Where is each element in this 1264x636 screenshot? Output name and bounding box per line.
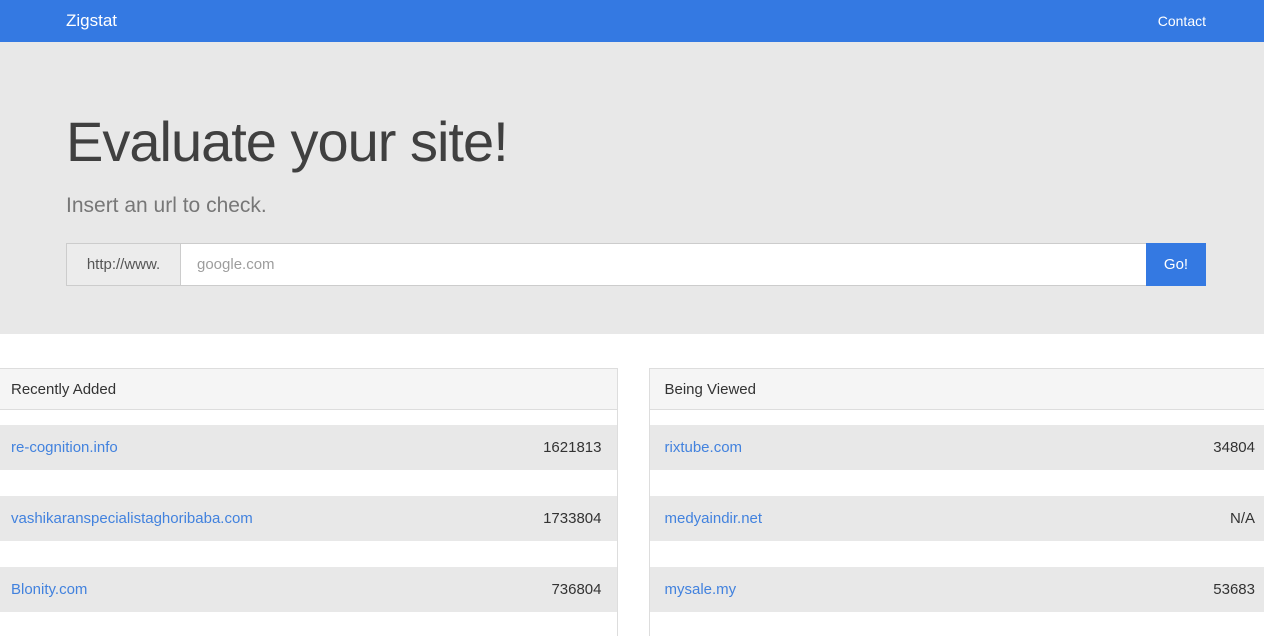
hero-subtitle: Insert an url to check. xyxy=(66,194,267,218)
top-navbar: Zigstat Contact xyxy=(0,0,1264,42)
hero-section: Evaluate your site! Insert an url to che… xyxy=(0,42,1264,334)
row-spacer xyxy=(0,612,617,636)
site-link[interactable]: medyaindir.net xyxy=(665,510,763,527)
url-input[interactable] xyxy=(181,243,1146,287)
panel-body: rixtube.com 34804 medyaindir.net N/A mys… xyxy=(649,410,1264,636)
panel-title: Recently Added xyxy=(0,369,617,410)
contact-link[interactable]: Contact xyxy=(1158,13,1206,29)
site-link[interactable]: mysale.my xyxy=(665,581,737,598)
site-value: 1621813 xyxy=(543,439,602,456)
row-spacer xyxy=(0,410,617,425)
site-value: N/A xyxy=(1229,510,1255,527)
table-row: mysale.my 53683 xyxy=(649,567,1264,612)
site-link[interactable]: vashikaranspecialistaghoribaba.com xyxy=(11,510,253,527)
site-link[interactable]: Blonity.com xyxy=(11,581,87,598)
site-value: 1733804 xyxy=(543,510,602,527)
page-title: Evaluate your site! xyxy=(66,110,509,173)
site-link[interactable]: rixtube.com xyxy=(665,439,743,456)
panel-body: re-cognition.info 1621813 vashikaranspec… xyxy=(0,410,617,636)
site-value: 736804 xyxy=(551,581,602,598)
row-spacer xyxy=(649,612,1264,636)
url-prefix-addon: http://www. xyxy=(66,243,181,287)
site-link[interactable]: re-cognition.info xyxy=(11,439,118,456)
row-spacer xyxy=(0,541,617,567)
site-value: 53683 xyxy=(1213,581,1255,598)
being-viewed-panel: Being Viewed rixtube.com 34804 medyaindi… xyxy=(648,368,1264,636)
table-row: vashikaranspecialistaghoribaba.com 17338… xyxy=(0,496,617,541)
go-button[interactable]: Go! xyxy=(1146,243,1206,287)
row-spacer xyxy=(649,410,1264,425)
brand-logo[interactable]: Zigstat xyxy=(66,11,117,31)
panel-title: Being Viewed xyxy=(649,369,1264,410)
row-spacer xyxy=(0,470,617,496)
stats-panels: Recently Added re-cognition.info 1621813… xyxy=(0,368,1264,636)
row-spacer xyxy=(649,470,1264,496)
url-input-group: http://www. Go! xyxy=(66,243,1206,287)
table-row: re-cognition.info 1621813 xyxy=(0,425,617,470)
recently-added-panel: Recently Added re-cognition.info 1621813… xyxy=(0,368,618,636)
row-spacer xyxy=(649,541,1264,567)
table-row: rixtube.com 34804 xyxy=(649,425,1264,470)
table-row: Blonity.com 736804 xyxy=(0,567,617,612)
table-row: medyaindir.net N/A xyxy=(649,496,1264,541)
site-value: 34804 xyxy=(1213,439,1255,456)
